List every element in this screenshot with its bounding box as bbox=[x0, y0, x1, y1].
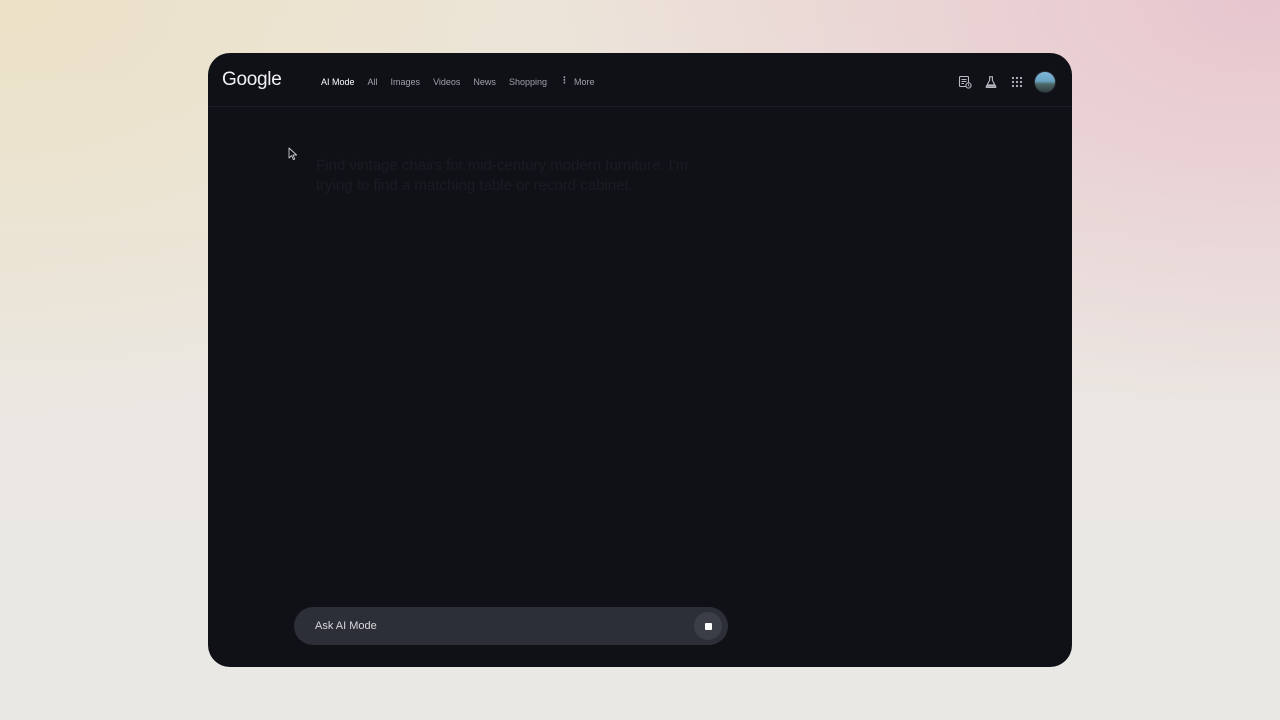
labs-flask-icon[interactable] bbox=[982, 73, 1000, 91]
tab-images[interactable]: Images bbox=[391, 77, 421, 87]
tab-shopping[interactable]: Shopping bbox=[509, 77, 547, 87]
query-text-fading: Find vintage chairs for mid-century mode… bbox=[316, 157, 689, 194]
tab-all[interactable]: All bbox=[368, 77, 378, 87]
more-menu-button[interactable]: ⋮ More bbox=[559, 75, 595, 87]
ask-ai-mode-input[interactable] bbox=[315, 618, 675, 634]
search-tabs: AI Mode All Images Videos News Shopping … bbox=[321, 75, 595, 87]
browser-window: Google AI Mode All Images Videos News Sh… bbox=[208, 53, 1072, 667]
vertical-dots-icon: ⋮ bbox=[559, 75, 569, 85]
tab-videos[interactable]: Videos bbox=[433, 77, 460, 87]
tab-ai-mode[interactable]: AI Mode bbox=[321, 77, 355, 87]
more-label: More bbox=[573, 76, 595, 87]
apps-grid-icon[interactable] bbox=[1008, 73, 1026, 91]
tab-news[interactable]: News bbox=[473, 77, 496, 87]
account-avatar[interactable] bbox=[1034, 71, 1056, 93]
stop-icon bbox=[704, 622, 712, 630]
top-bar: Google AI Mode All Images Videos News Sh… bbox=[208, 53, 1072, 107]
toolbar-icons bbox=[948, 71, 1056, 93]
stop-generating-button[interactable] bbox=[694, 612, 722, 640]
mouse-pointer-icon bbox=[288, 147, 298, 161]
search-history-icon[interactable] bbox=[956, 73, 974, 91]
ask-ai-mode-bar bbox=[294, 607, 728, 645]
google-logo[interactable]: Google bbox=[222, 69, 282, 91]
